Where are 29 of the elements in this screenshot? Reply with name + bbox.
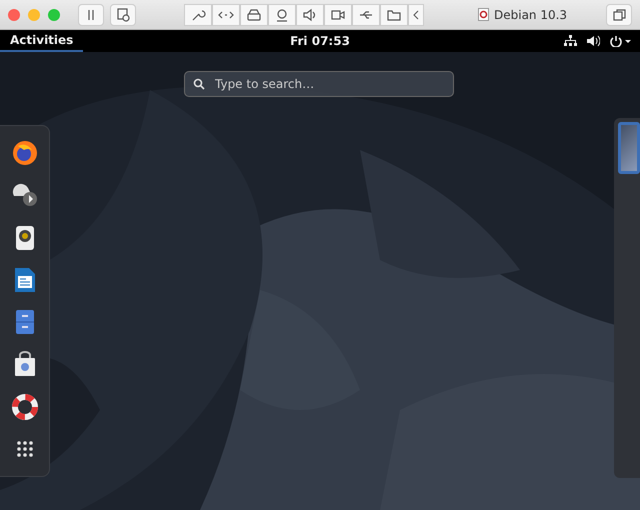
- clock[interactable]: Fri 07:53: [290, 34, 350, 48]
- shared-folder-button[interactable]: [380, 4, 408, 26]
- network-icon[interactable]: [564, 35, 577, 47]
- chevron-icon: [413, 10, 419, 20]
- search-field[interactable]: Type to search…: [184, 71, 454, 97]
- activities-button[interactable]: Activities: [0, 30, 84, 52]
- window-title: Debian 10.3: [494, 8, 568, 22]
- window-icon: [611, 8, 627, 22]
- pause-button[interactable]: [78, 4, 104, 26]
- search-input[interactable]: Type to search…: [213, 76, 445, 92]
- video-camera-icon: [330, 8, 346, 22]
- lifebuoy-icon[interactable]: [10, 392, 40, 422]
- network-port-button[interactable]: [212, 4, 240, 26]
- speaker-icon: [302, 8, 318, 22]
- drive-icon: [246, 8, 262, 22]
- volume-icon[interactable]: [587, 35, 600, 47]
- shared-folder-icon: [386, 8, 402, 22]
- drive-button[interactable]: [240, 4, 268, 26]
- snapshot-button[interactable]: [110, 4, 136, 26]
- collapse-button[interactable]: [408, 4, 424, 26]
- snapshot-icon: [115, 8, 131, 22]
- search-icon: [193, 78, 205, 90]
- vm-icon: [478, 8, 489, 21]
- speaker-button[interactable]: [296, 4, 324, 26]
- video-camera-button[interactable]: [324, 4, 352, 26]
- window-button[interactable]: [606, 4, 632, 26]
- usb-button[interactable]: [352, 4, 380, 26]
- power-icon[interactable]: [610, 35, 632, 47]
- workspace-thumbnail[interactable]: [618, 122, 640, 174]
